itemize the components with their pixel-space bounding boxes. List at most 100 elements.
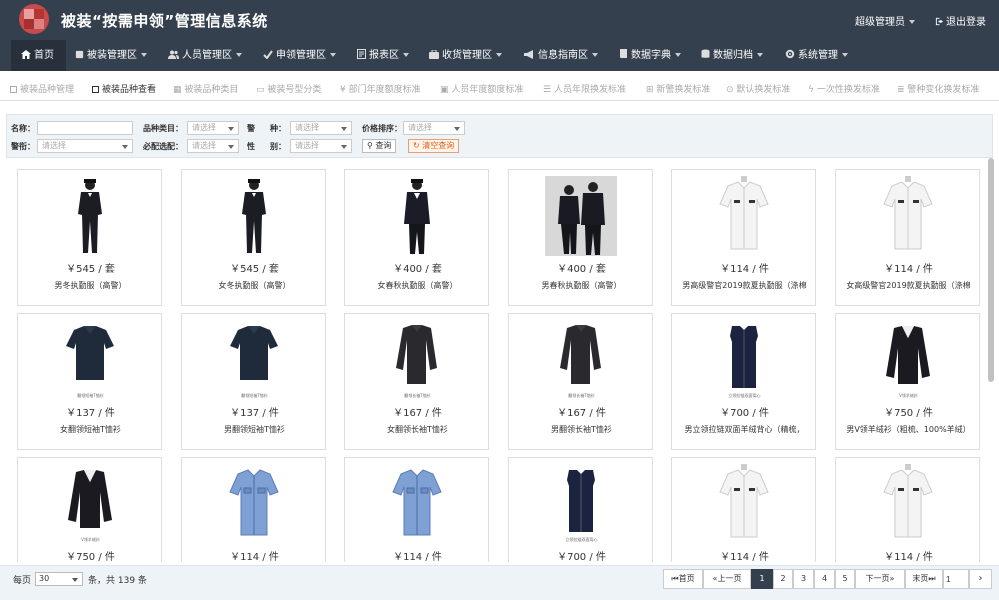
product-image-caption: 翻领短袖T恤衫 [241, 393, 268, 398]
nav-data-dictionary[interactable]: 数据字典 [619, 40, 681, 71]
subtab-person-annual-quota[interactable]: ▣ 人员年度额度标准 [440, 82, 523, 95]
price-sort-placeholder: 请选择 [408, 123, 432, 132]
product-card[interactable]: 翻领短袖T恤衫 ￥137 / 件女翻领短袖T恤衫 [17, 313, 162, 450]
product-card[interactable]: V领羊绒衫 ￥750 / 件男V领羊绒衫（粗梳、100%羊绒） [835, 313, 980, 450]
product-card[interactable]: ￥114 / 件 [671, 457, 816, 562]
subtab-police-type-change-standard[interactable]: ≣ 警种变化换发标准 [897, 82, 979, 95]
product-name[interactable]: 女翻领短袖T恤衫 [18, 424, 161, 435]
chevron-down-icon [592, 53, 598, 57]
subtab-new-police-standard[interactable]: ⊞ 新警换发标准 [646, 82, 710, 95]
nav-system-management[interactable]: 系统管理 [785, 40, 848, 71]
product-card[interactable]: ￥545 / 套女冬执勤服（高警） [181, 169, 326, 306]
checkbox-icon [92, 86, 99, 93]
product-name[interactable]: 女翻领长袖T恤衫 [345, 424, 488, 435]
nav-data-archive[interactable]: 数据归档 [701, 40, 763, 71]
report-icon [357, 49, 366, 59]
subtab-size-classification[interactable]: ▭ 被装号型分类 [256, 82, 321, 95]
product-card[interactable]: ￥114 / 件男高级警官2019款夏执勤服（涤棉 [671, 169, 816, 306]
card-icon: ▣ [440, 85, 452, 95]
nav-application-management[interactable]: 申领管理区 [263, 40, 336, 71]
nav-reports[interactable]: 报表区 [357, 40, 409, 71]
price-sort-label: 价格排序： [362, 124, 402, 133]
logout-button[interactable]: 退出登录 [935, 13, 986, 28]
nav-label: 首页 [34, 50, 54, 61]
user-menu[interactable]: 超级管理员 [855, 13, 915, 28]
subtab-person-years-standard[interactable]: ☰ 人员年限换发标准 [543, 82, 626, 95]
nav-uniform-management[interactable]: 被装管理区 [75, 40, 147, 71]
page-3-button[interactable]: 3 [793, 569, 814, 589]
product-name[interactable]: 男翻领长袖T恤衫 [509, 424, 652, 435]
page-1-button[interactable]: 1 [751, 569, 773, 589]
per-page-value: 30 [39, 574, 50, 583]
product-name[interactable]: 男冬执勤服（高警） [18, 280, 161, 291]
checkbox-icon [10, 86, 17, 93]
product-image [872, 464, 944, 544]
name-input[interactable] [37, 121, 133, 135]
product-name[interactable]: 男春秋执勤服（高警） [509, 280, 652, 291]
chevron-right-icon: › [978, 573, 983, 584]
product-name[interactable]: 女春秋执勤服（高警） [345, 280, 488, 291]
product-card[interactable]: V领羊绒衫 ￥750 / 件 [17, 457, 162, 562]
chevron-down-icon [141, 53, 147, 57]
subtab-variety-view[interactable]: 被装品种查看 [92, 82, 156, 95]
grid-scrollbar[interactable] [987, 158, 995, 562]
nav-info-guide[interactable]: 信息指南区 [524, 40, 598, 71]
product-card[interactable]: ￥114 / 件 [344, 457, 489, 562]
subtab-dept-annual-quota[interactable]: ¥ 部门年度额度标准 [340, 82, 421, 95]
jump-page-input[interactable] [943, 569, 969, 589]
required-select[interactable]: 请选择 [187, 139, 239, 153]
next-page-button[interactable]: 下一页» [855, 569, 905, 589]
product-grid: ￥545 / 套男冬执勤服（高警） ￥545 / 套女冬执勤服（高警） ￥400 /… [6, 158, 996, 562]
product-card[interactable]: 立领拉链双面背心 ￥700 / 件男立领拉链双面羊绒背心（精梳， [671, 313, 816, 450]
product-card[interactable]: ￥114 / 件 [835, 457, 980, 562]
first-page-button[interactable]: ⏮首页 [663, 569, 703, 589]
go-page-button[interactable]: › [969, 569, 992, 589]
gear-icon [785, 49, 795, 59]
product-card[interactable]: ￥545 / 套男冬执勤服（高警） [17, 169, 162, 306]
clear-button[interactable]: ↻ 清空查询 [408, 139, 460, 153]
scrollbar-thumb[interactable] [988, 158, 994, 382]
product-price: ￥167 / 件 [557, 408, 606, 419]
last-page-label: 末页 [912, 574, 929, 583]
product-name[interactable]: 男立领拉链双面羊绒背心（精梳， [672, 424, 815, 435]
rank-select[interactable]: 请选择 [37, 139, 133, 153]
product-image-caption: V领羊绒衫 [81, 537, 100, 542]
nav-personnel-management[interactable]: 人员管理区 [168, 40, 242, 71]
product-card[interactable]: 翻领短袖T恤衫 ￥137 / 件男翻领短袖T恤衫 [181, 313, 326, 450]
product-card[interactable]: 翻领长袖T恤衫 ￥167 / 件女翻领长袖T恤衫 [344, 313, 489, 450]
page-5-button[interactable]: 5 [835, 569, 855, 589]
police-type-select[interactable]: 请选择 [290, 121, 352, 135]
clear-label: 清空查询 [422, 141, 455, 150]
product-name[interactable]: 男高级警官2019款夏执勤服（涤棉 [672, 280, 815, 291]
product-name[interactable]: 男翻领短袖T恤衫 [182, 424, 325, 435]
product-name[interactable]: 女高级警官2019款夏执勤服（涤棉 [836, 280, 979, 291]
subtab-variety-category[interactable]: ▦ 被装品种类目 [173, 82, 238, 95]
search-button[interactable]: ⚲ 查询 [362, 139, 397, 153]
last-page-button[interactable]: 末页⏭ [905, 569, 943, 589]
square-icon [75, 50, 84, 59]
product-image [381, 320, 453, 400]
nav-home[interactable]: 首页 [11, 40, 66, 71]
product-name[interactable]: 男V领羊绒衫（粗梳、100%羊绒） [836, 424, 979, 435]
product-card[interactable]: 翻领长袖T恤衫 ￥167 / 件男翻领长袖T恤衫 [508, 313, 653, 450]
product-image [708, 176, 780, 256]
subtab-label: 人员年度额度标准 [451, 85, 524, 95]
product-name[interactable]: 女冬执勤服（高警） [182, 280, 325, 291]
product-card[interactable]: ￥400 / 套女春秋执勤服（高警） [344, 169, 489, 306]
database-icon [701, 49, 710, 58]
product-card[interactable]: ￥400 / 套男春秋执勤服（高警） [508, 169, 653, 306]
page-2-button[interactable]: 2 [773, 569, 793, 589]
subtab-default-standard[interactable]: ⊙ 默认换发标准 [726, 82, 790, 95]
subtab-variety-management[interactable]: 被装品种管理 [10, 82, 74, 95]
product-card[interactable]: 立领拉链双面背心 ￥700 / 件 [508, 457, 653, 562]
product-card[interactable]: ￥114 / 件女高级警官2019款夏执勤服（涤棉 [835, 169, 980, 306]
gender-select[interactable]: 请选择 [290, 139, 352, 153]
nav-receiving-management[interactable]: 收货管理区 [429, 40, 502, 71]
subtab-one-time-standard[interactable]: ϟ 一次性换发标准 [808, 82, 880, 95]
per-page-select[interactable]: 30 [35, 572, 83, 586]
prev-page-button[interactable]: «上一页 [703, 569, 751, 589]
category-select[interactable]: 请选择 [187, 121, 239, 135]
page-4-button[interactable]: 4 [814, 569, 835, 589]
product-card[interactable]: ￥114 / 件 [181, 457, 326, 562]
price-sort-select[interactable]: 请选择 [403, 121, 465, 135]
